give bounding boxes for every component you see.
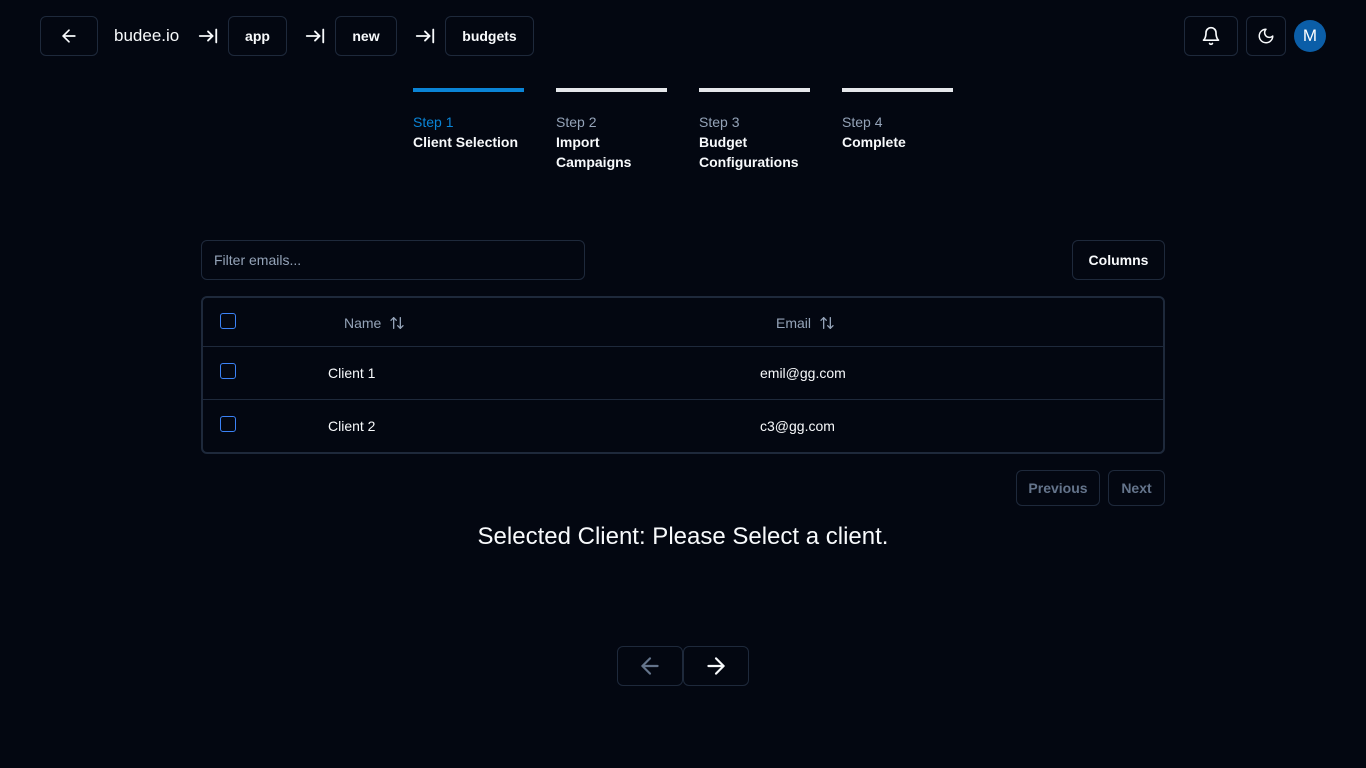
step-import-campaigns: Step 2 Import Campaigns bbox=[556, 88, 667, 172]
table-header-row: Name Email bbox=[203, 298, 1163, 347]
row-checkbox[interactable] bbox=[220, 363, 236, 379]
previous-page-button[interactable]: Previous bbox=[1016, 470, 1100, 506]
moon-icon bbox=[1257, 27, 1275, 45]
columns-button[interactable]: Columns bbox=[1072, 240, 1165, 280]
arrow-left-icon bbox=[59, 26, 79, 46]
brand-name[interactable]: budee.io bbox=[114, 26, 179, 46]
client-name-cell: Client 2 bbox=[328, 418, 376, 434]
arrow-up-down-icon bbox=[389, 315, 405, 331]
table-row[interactable]: Client 2 c3@gg.com bbox=[203, 400, 1163, 452]
email-header-label: Email bbox=[776, 315, 812, 331]
step-number: Step 4 bbox=[842, 114, 883, 130]
notifications-button[interactable] bbox=[1184, 16, 1238, 56]
step-progress-bar bbox=[413, 88, 524, 92]
step-title: Import Campaigns bbox=[556, 134, 632, 170]
next-page-button[interactable]: Next bbox=[1108, 470, 1165, 506]
name-header-label: Name bbox=[344, 315, 382, 331]
breadcrumb-app[interactable]: app bbox=[228, 16, 287, 56]
filter-emails-input[interactable] bbox=[201, 240, 585, 280]
step-budget-configurations: Step 3 Budget Configurations bbox=[699, 88, 810, 172]
arrow-up-down-icon bbox=[819, 315, 835, 331]
clients-table: Name Email Client 1 emil@gg.com Client 2… bbox=[201, 296, 1165, 454]
row-checkbox[interactable] bbox=[220, 416, 236, 432]
breadcrumb-budgets[interactable]: budgets bbox=[445, 16, 534, 56]
step-progress-bar bbox=[699, 88, 810, 92]
arrow-right-to-line-icon bbox=[197, 25, 219, 47]
arrow-right-to-line-icon bbox=[304, 25, 326, 47]
select-all-checkbox[interactable] bbox=[220, 313, 236, 329]
step-title: Client Selection bbox=[413, 134, 519, 150]
client-email-cell: c3@gg.com bbox=[760, 418, 835, 434]
client-name-cell: Client 1 bbox=[328, 365, 376, 381]
previous-step-button[interactable] bbox=[617, 646, 683, 686]
step-title: Complete bbox=[842, 134, 906, 150]
step-client-selection: Step 1 Client Selection bbox=[413, 88, 524, 152]
selected-client-status: Selected Client: Please Select a client. bbox=[477, 523, 889, 550]
email-column-header[interactable]: Email bbox=[776, 315, 835, 331]
name-column-header[interactable]: Name bbox=[344, 315, 405, 331]
bell-icon bbox=[1201, 26, 1221, 46]
step-number: Step 1 bbox=[413, 114, 454, 130]
step-number: Step 2 bbox=[556, 114, 597, 130]
breadcrumb-new[interactable]: new bbox=[335, 16, 397, 56]
next-step-button[interactable] bbox=[683, 646, 749, 686]
table-row[interactable]: Client 1 emil@gg.com bbox=[203, 347, 1163, 400]
step-number: Step 3 bbox=[699, 114, 740, 130]
arrow-right-icon bbox=[703, 653, 729, 679]
step-complete: Step 4 Complete bbox=[842, 88, 953, 152]
step-progress-bar bbox=[556, 88, 667, 92]
arrow-right-to-line-icon bbox=[414, 25, 436, 47]
arrow-left-icon bbox=[637, 653, 663, 679]
step-progress-bar bbox=[842, 88, 953, 92]
theme-toggle-button[interactable] bbox=[1246, 16, 1286, 56]
step-title: Budget Configurations bbox=[699, 134, 799, 170]
back-button[interactable] bbox=[40, 16, 98, 56]
client-email-cell: emil@gg.com bbox=[760, 365, 846, 381]
avatar[interactable]: M bbox=[1294, 20, 1326, 52]
